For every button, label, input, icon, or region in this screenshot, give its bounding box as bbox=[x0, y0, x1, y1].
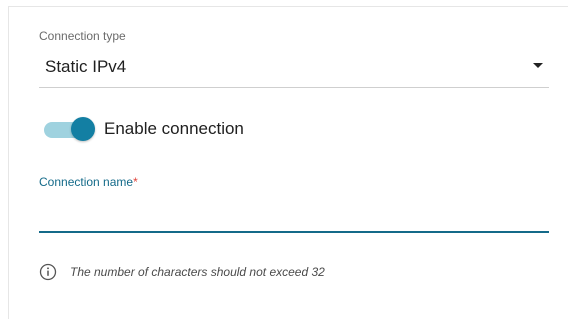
connection-name-label: Connection name* bbox=[39, 175, 138, 189]
caret-down-icon bbox=[533, 63, 543, 68]
connection-type-select[interactable]: Static IPv4 bbox=[39, 50, 549, 88]
hint-row: The number of characters should not exce… bbox=[39, 262, 519, 282]
hint-text: The number of characters should not exce… bbox=[70, 265, 325, 279]
connection-type-value: Static IPv4 bbox=[45, 57, 127, 76]
enable-connection-label: Enable connection bbox=[104, 119, 244, 138]
connection-name-label-text: Connection name bbox=[39, 175, 134, 189]
connection-type-label: Connection type bbox=[39, 29, 126, 43]
enable-connection-row[interactable]: Enable connection bbox=[44, 116, 344, 144]
info-icon bbox=[39, 263, 57, 281]
toggle-knob[interactable] bbox=[71, 117, 95, 141]
required-asterisk: * bbox=[133, 175, 138, 189]
connection-name-input[interactable] bbox=[39, 194, 549, 233]
